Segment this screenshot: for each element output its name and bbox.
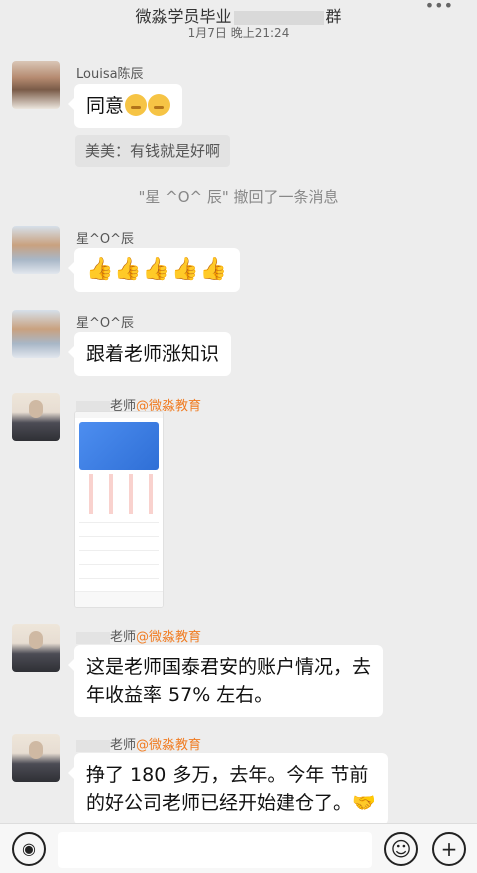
avatar[interactable] — [12, 624, 60, 672]
emoji-icon[interactable]: ☺ — [384, 832, 418, 866]
redacted-block — [76, 739, 110, 752]
tab-bar — [75, 591, 163, 607]
sender-name: 星^O^辰 — [76, 232, 135, 247]
account-card — [79, 422, 159, 470]
message-bubble[interactable]: 挣了 180 多万，去年。今年 节前 的好公司老师已经开始建仓了。🤝 — [68, 753, 388, 825]
sender-name: 星^O^辰 — [76, 316, 135, 331]
redacted-block — [233, 10, 324, 25]
avatar[interactable] — [12, 734, 60, 782]
message-bubble[interactable]: 这是老师国泰君安的账户情况，去 年收益率 57% 左右。 — [67, 645, 384, 717]
message-text: 同意 — [86, 95, 125, 117]
message-input[interactable] — [58, 832, 372, 868]
thinking-emoji-icon — [125, 94, 148, 116]
voice-icon[interactable]: ◉ — [12, 832, 46, 866]
more-dots-icon[interactable]: ••• — [425, 0, 453, 15]
status-bar — [75, 412, 163, 418]
plus-icon[interactable]: + — [432, 832, 466, 866]
quoted-message[interactable]: 美美：有钱就是好啊 — [75, 135, 231, 167]
redacted-block — [76, 631, 110, 644]
message-text-line-1: 这是老师国泰君安的账户情况，去 — [86, 656, 372, 678]
thinking-emoji-icon — [148, 94, 171, 116]
account-screenshot-image[interactable] — [74, 411, 164, 608]
avatar[interactable] — [12, 61, 60, 109]
chat-header: 微淼学员毕业群 1月7日 晚上21:24 ••• — [0, 0, 477, 46]
message-bubble[interactable]: 跟着老师涨知识 — [67, 332, 232, 376]
message-bubble[interactable]: 同意 — [67, 84, 183, 128]
sender-name: Louisa陈辰 — [76, 67, 144, 82]
thumbs-up-icon: 👍👍👍👍👍 — [86, 257, 228, 282]
message-bubble[interactable]: 👍👍👍👍👍 — [68, 248, 240, 292]
system-recall-notice: "星 ^O^ 辰" 撤回了一条消息 — [138, 188, 339, 206]
divider — [79, 564, 159, 565]
chat-time: 1月7日 晚上21:24 — [187, 26, 290, 40]
divider — [79, 550, 159, 551]
message-text-line-1: 挣了 180 多万，去年。今年 节前 — [86, 764, 369, 786]
message-text: 跟着老师涨知识 — [86, 343, 220, 365]
divider — [79, 578, 159, 579]
input-bar: ◉ ☺ + — [0, 823, 477, 873]
avatar[interactable] — [12, 393, 60, 441]
divider — [79, 536, 159, 537]
message-text-line-2: 的好公司老师已经开始建仓了。🤝 — [86, 792, 376, 814]
function-grid — [81, 474, 157, 514]
message-text-line-2: 年收益率 57% 左右。 — [86, 684, 274, 706]
sender-name: 老师@微淼教育 — [76, 626, 201, 645]
avatar[interactable] — [12, 310, 60, 358]
avatar[interactable] — [12, 226, 60, 274]
sender-name: 老师@微淼教育 — [76, 734, 201, 753]
divider — [79, 522, 159, 523]
